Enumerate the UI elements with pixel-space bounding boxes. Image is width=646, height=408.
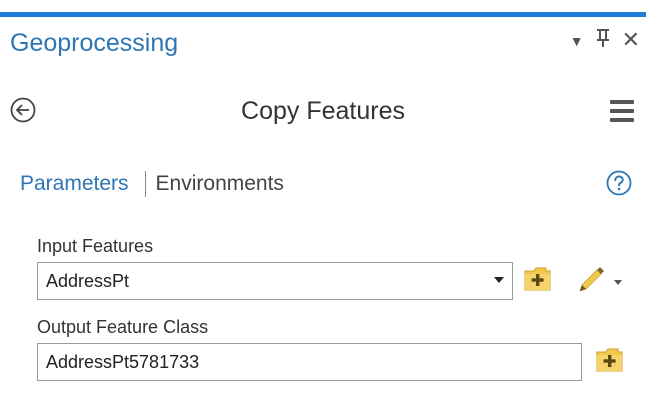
tab-divider — [144, 171, 146, 197]
browse-folder-icon[interactable] — [596, 347, 626, 378]
output-feature-class-label: Output Feature Class — [37, 317, 209, 337]
pencil-icon[interactable] — [576, 266, 606, 299]
tool-header: Copy Features — [0, 90, 646, 134]
pin-icon[interactable] — [596, 26, 610, 54]
input-features-value: AddressPt — [46, 271, 130, 291]
input-features-dropdown[interactable]: AddressPt — [37, 262, 513, 300]
close-icon[interactable]: ✕ — [622, 27, 640, 53]
chevron-down-icon[interactable] — [494, 277, 504, 283]
browse-folder-icon[interactable] — [524, 266, 554, 297]
geoprocessing-pane: Geoprocessing ▼ ✕ Copy Features Paramete… — [0, 0, 646, 408]
output-feature-class-value: AddressPt5781733 — [46, 352, 200, 372]
edit-dropdown-caret-icon[interactable] — [614, 280, 622, 285]
pane-options-dropdown-icon[interactable]: ▼ — [570, 28, 584, 54]
window-controls: ▼ ✕ — [570, 26, 640, 54]
tab-strip: Parameters Environments — [20, 170, 284, 198]
tab-parameters[interactable]: Parameters — [20, 170, 129, 198]
help-icon[interactable] — [606, 170, 632, 196]
pane-title: Geoprocessing — [10, 29, 179, 57]
tab-environments[interactable]: Environments — [156, 170, 284, 198]
hamburger-menu-icon[interactable] — [610, 100, 634, 122]
input-features-label: Input Features — [37, 236, 154, 256]
output-feature-class-input[interactable]: AddressPt5781733 — [37, 343, 582, 381]
tool-title: Copy Features — [241, 97, 405, 125]
pane-accent-bar — [0, 12, 646, 17]
